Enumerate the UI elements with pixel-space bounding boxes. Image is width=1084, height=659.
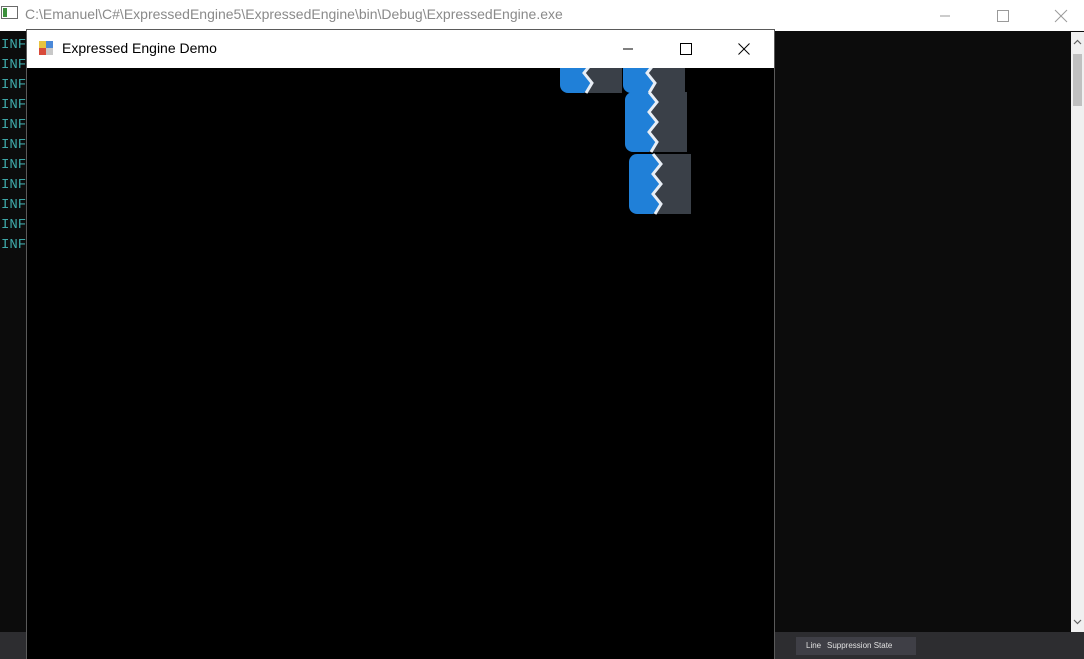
game-canvas[interactable]: [27, 68, 774, 659]
demo-app-icon: [39, 41, 53, 55]
scroll-down-button[interactable]: [1071, 612, 1084, 632]
scroll-up-button[interactable]: [1071, 32, 1084, 52]
console-line: INF: [1, 97, 27, 113]
demo-title: Expressed Engine Demo: [62, 40, 217, 56]
demo-minimize-button[interactable]: [600, 30, 656, 68]
console-app-icon: [1, 6, 18, 19]
console-maximize-button[interactable]: [974, 0, 1032, 31]
demo-close-button[interactable]: [716, 30, 772, 68]
scroll-down-icon: [1073, 619, 1082, 625]
demo-titlebar[interactable]: Expressed Engine Demo: [27, 30, 774, 68]
console-line: INF: [1, 77, 27, 93]
sprite-block-1: [558, 68, 624, 95]
console-line: INF: [1, 237, 27, 253]
console-minimize-button[interactable]: [916, 0, 974, 31]
console-line: INF: [1, 217, 27, 233]
sprite-block-3: [623, 90, 689, 154]
close-icon: [1054, 9, 1068, 22]
demo-maximize-button[interactable]: [658, 30, 714, 68]
console-scrollbar[interactable]: [1071, 32, 1084, 632]
console-close-button[interactable]: [1032, 0, 1084, 31]
scroll-up-icon: [1073, 39, 1082, 45]
console-line: INF: [1, 117, 27, 133]
console-line: INF: [1, 137, 27, 153]
minimize-icon: [623, 48, 633, 50]
demo-window: Expressed Engine Demo: [26, 29, 775, 659]
console-line: INF: [1, 197, 27, 213]
console-title: C:\Emanuel\C#\ExpressedEngine5\Expressed…: [25, 6, 563, 22]
console-line: INF: [1, 57, 27, 73]
scroll-thumb[interactable]: [1073, 54, 1082, 106]
maximize-icon: [997, 9, 1009, 22]
sprite-block-4: [627, 152, 693, 216]
console-line: INF: [1, 177, 27, 193]
console-lines: INF INF INF INF INF INF INF INF INF INF INF: [1, 35, 26, 255]
ide-column-line[interactable]: Line: [806, 641, 821, 650]
minimize-icon: [940, 15, 950, 16]
ide-column-suppression-state[interactable]: Suppression State: [827, 641, 892, 650]
console-line: INF: [1, 157, 27, 173]
console-line: INF: [1, 37, 27, 53]
maximize-icon: [680, 43, 692, 55]
sprite-layer: [558, 68, 693, 216]
sprite-block-2: [621, 68, 687, 95]
console-titlebar: C:\Emanuel\C#\ExpressedEngine5\Expressed…: [0, 0, 1084, 31]
close-icon: [738, 43, 750, 55]
